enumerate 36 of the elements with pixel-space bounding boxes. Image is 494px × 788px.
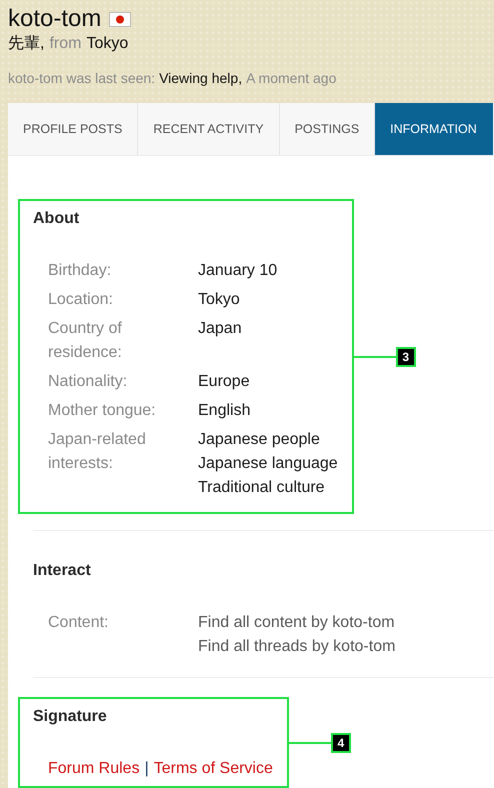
field-label: Nationality: (48, 372, 128, 392)
signature-link[interactable]: Terms of Service (154, 757, 273, 781)
section-heading: About (33, 209, 80, 229)
profile-tab[interactable]: RECENT ACTIVITY (138, 103, 280, 155)
field-label: Mother tongue: (48, 401, 157, 421)
section-heading: Signature (33, 707, 108, 727)
user-rank: 先輩, (8, 34, 44, 54)
field-value: January 10 (198, 261, 278, 281)
last-seen-activity[interactable]: Viewing help, (159, 68, 242, 88)
from-label: from (49, 34, 82, 54)
profile-tab[interactable]: PROFILE POSTS (8, 103, 138, 155)
field-value: English (198, 401, 252, 421)
field-value: Japanese people (198, 430, 321, 450)
field-value: Tokyo (198, 290, 241, 310)
field-value: Japan (198, 319, 243, 339)
field-value: Japanese language (198, 454, 338, 474)
field-value: Europe (198, 372, 251, 392)
user-location: Tokyo (86, 34, 128, 54)
username: koto-tom (8, 4, 102, 34)
profile-tab[interactable]: INFORMATION (375, 103, 493, 155)
annotation-badge: 3 (396, 346, 416, 366)
field-label: Country of residence: (48, 319, 123, 363)
link-separator: | (144, 759, 149, 779)
annotation-badge: 4 (330, 732, 351, 752)
field-label: Japan-related interests: (48, 430, 147, 474)
field-label: Location: (48, 290, 114, 310)
content-link[interactable]: Find all content by koto-tom (198, 611, 396, 635)
field-value: Traditional culture (198, 478, 326, 498)
last-seen-label: koto-tom was last seen: (8, 69, 156, 88)
field-label: Birthday: (48, 261, 112, 281)
last-seen-time: A moment ago (246, 69, 336, 88)
flag-icon (109, 12, 132, 26)
signature-link[interactable]: Forum Rules (48, 757, 140, 781)
content-link[interactable]: Find all threads by koto-tom (198, 635, 396, 659)
section-heading: Interact (33, 561, 92, 581)
field-label: Content: (48, 613, 110, 633)
